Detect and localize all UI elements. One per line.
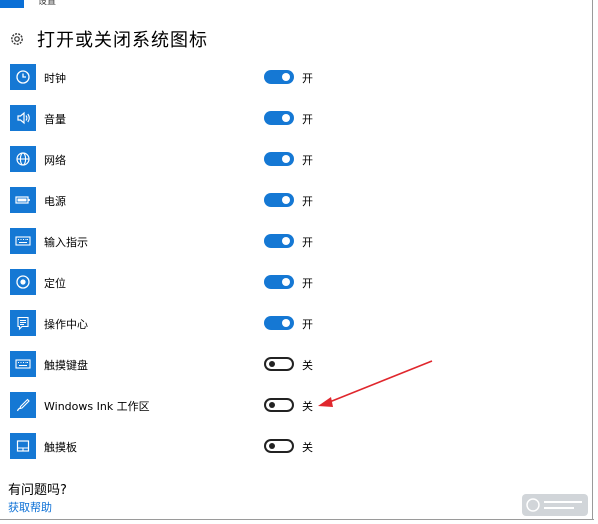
annotation-arrow <box>318 360 433 407</box>
watermark-logo-icon <box>522 494 588 516</box>
